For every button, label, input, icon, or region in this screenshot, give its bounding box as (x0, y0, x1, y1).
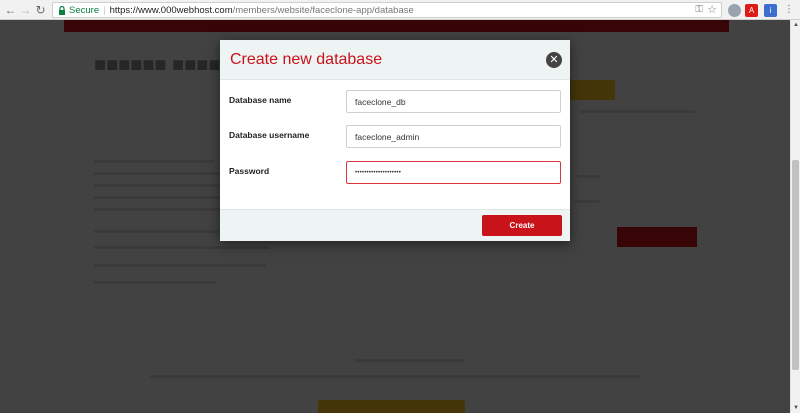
key-icon[interactable]: ⚿ (695, 4, 703, 15)
info-extension-icon[interactable]: i (764, 3, 777, 17)
password-row: Password •••••••••••••••••••• (220, 161, 570, 185)
database-username-row: Database username faceclone_admin (220, 125, 570, 149)
scroll-up-icon[interactable]: ▲ (791, 20, 800, 30)
dialog-header: Create new database ✕ (220, 40, 570, 80)
scroll-down-icon[interactable]: ▼ (791, 403, 800, 413)
dialog-title: Create new database (230, 51, 383, 68)
close-icon[interactable]: ✕ (546, 52, 562, 68)
scroll-thumb[interactable] (792, 160, 799, 370)
dialog-footer: Create (220, 209, 570, 241)
extension-shield-icon[interactable] (728, 3, 741, 17)
database-name-row: Database name faceclone_db (220, 90, 570, 114)
create-button[interactable]: Create (482, 215, 562, 236)
url-host: https://www.000webhost.com (109, 4, 233, 16)
database-name-value: faceclone_db (355, 96, 406, 107)
page-scrollbar[interactable]: ▲ ▼ (790, 20, 800, 413)
password-input[interactable]: •••••••••••••••••••• (346, 161, 561, 184)
url-path: /members/website/faceclone-app/database (232, 4, 414, 16)
dialog-body: Database name faceclone_db Database user… (220, 80, 570, 209)
browser-toolbar: ← → ↻ Secure | https://www.000webhost.co… (0, 0, 800, 20)
menu-dots-icon[interactable]: ⋮ (784, 5, 794, 15)
lock-icon (59, 5, 65, 15)
database-name-label: Database name (229, 95, 292, 105)
bookmark-star-icon[interactable]: ☆ (707, 3, 717, 16)
database-username-value: faceclone_admin (355, 131, 420, 142)
angular-extension-icon[interactable]: A (745, 3, 758, 17)
password-label: Password (229, 166, 270, 176)
forward-arrow-icon[interactable]: → (18, 2, 33, 18)
password-value: •••••••••••••••••••• (355, 169, 402, 176)
database-username-input[interactable]: faceclone_admin (346, 125, 561, 148)
create-database-dialog: Create new database ✕ Database name face… (220, 40, 570, 241)
address-bar[interactable]: Secure | https://www.000webhost.com/memb… (52, 2, 722, 18)
back-arrow-icon[interactable]: ← (3, 2, 18, 18)
reload-icon[interactable]: ↻ (33, 2, 48, 18)
database-username-label: Database username (229, 130, 310, 140)
database-name-input[interactable]: faceclone_db (346, 90, 561, 113)
url-separator: | (103, 4, 106, 16)
secure-label: Secure (69, 4, 100, 16)
